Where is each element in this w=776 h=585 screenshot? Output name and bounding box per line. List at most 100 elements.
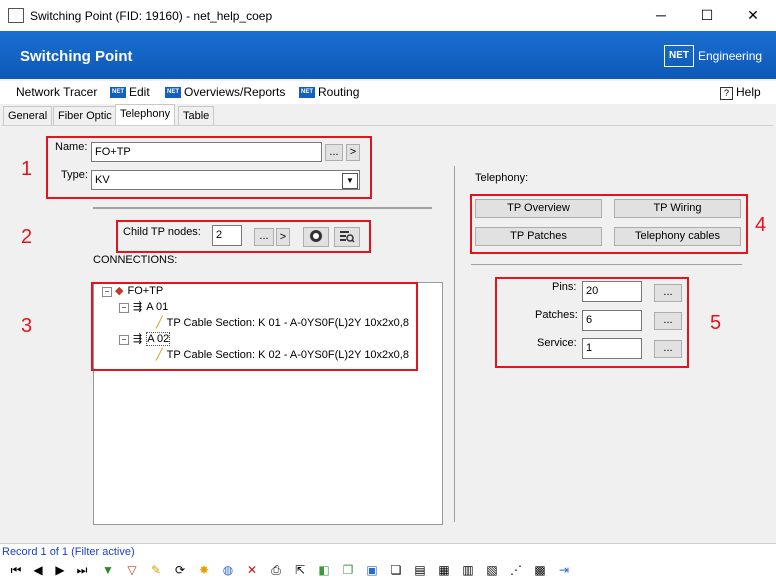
name-input[interactable]: FO+TP	[91, 142, 322, 162]
frame-icon[interactable]: ▣	[364, 562, 380, 578]
child-browse-button[interactable]: ...	[254, 228, 274, 246]
tree-leaf[interactable]: ╱ TP Cable Section: K 01 - A-0YS0F(L)2Y 1…	[156, 316, 409, 329]
service-label: Service:	[537, 337, 577, 349]
close-button[interactable]: ✕	[730, 0, 776, 31]
header-title: Switching Point	[20, 48, 133, 65]
help-icon: ?	[720, 87, 733, 100]
add-filter-icon[interactable]: ▼	[100, 562, 116, 578]
print-icon[interactable]: ⎙	[268, 562, 284, 578]
tp-wiring-button[interactable]: TP Wiring	[614, 199, 741, 218]
report-icon[interactable]: ▦	[436, 562, 452, 578]
tab-general[interactable]: General	[3, 106, 53, 125]
net-icon: NET	[165, 87, 181, 99]
prev-record-icon[interactable]: ◀	[30, 562, 46, 578]
copy-icon[interactable]: ❐	[340, 562, 356, 578]
tree-root-label: FO+TP	[127, 285, 164, 297]
search-list-icon[interactable]	[334, 227, 360, 247]
menu-edit-label: Edit	[129, 85, 150, 99]
table-icon[interactable]: ▩	[532, 562, 548, 578]
menu-network-tracer[interactable]: Network Tracer	[16, 85, 97, 99]
document-icon[interactable]: ▤	[412, 562, 428, 578]
name-browse-button[interactable]: ...	[325, 144, 343, 161]
patches-browse-button[interactable]: ...	[654, 312, 682, 330]
record-status: Record 1 of 1 (Filter active)	[2, 546, 135, 558]
divider	[471, 264, 742, 265]
image-icon[interactable]: ▧	[484, 562, 500, 578]
network-icon[interactable]: ⋰	[508, 562, 524, 578]
patches-label: Patches:	[535, 309, 578, 321]
name-label: Name:	[55, 141, 88, 153]
tree-leaf-label: TP Cable Section: K 01 - A-0YS0F(L)2Y 10…	[166, 317, 409, 329]
type-select[interactable]: KV	[91, 170, 360, 190]
next-record-icon[interactable]: ▶	[52, 562, 68, 578]
patches-input[interactable]: 6	[582, 310, 642, 331]
vertical-divider	[454, 166, 455, 522]
switching-point-icon: ◆	[115, 285, 124, 297]
tp-patches-button[interactable]: TP Patches	[475, 227, 602, 246]
tree-node[interactable]: − ⇶ A 01	[119, 300, 168, 313]
tree-root[interactable]: − ◆ FO+TP	[102, 284, 163, 297]
globe-icon[interactable]: ◍	[220, 562, 236, 578]
menu-help[interactable]: ? Help	[720, 85, 761, 100]
menu-help-label: Help	[736, 85, 761, 99]
service-input[interactable]: 1	[582, 338, 642, 359]
menu-routing-label: Routing	[318, 85, 360, 99]
tree-leaf[interactable]: ╱ TP Cable Section: K 02 - A-0YS0F(L)2Y 1…	[156, 348, 409, 361]
collapse-icon[interactable]: −	[119, 335, 129, 345]
locate-icon[interactable]	[303, 227, 329, 247]
menu-edit[interactable]: NET Edit	[110, 85, 150, 99]
collapse-icon[interactable]: −	[119, 303, 129, 313]
refresh-icon[interactable]: ⟳	[172, 562, 188, 578]
type-label: Type:	[61, 169, 88, 181]
type-value: KV	[95, 174, 110, 186]
annotation-1: 1	[21, 158, 33, 180]
menu-routing[interactable]: NET Routing	[299, 85, 359, 99]
first-record-icon[interactable]: ⏮	[8, 562, 24, 578]
tab-strip: General Fiber Optic Telephony Table	[0, 104, 776, 126]
pins-browse-button[interactable]: ...	[654, 284, 682, 302]
chart-icon[interactable]: ▥	[460, 562, 476, 578]
header-banner: Switching Point NET Engineering	[0, 31, 776, 79]
telephony-label: Telephony:	[475, 172, 529, 184]
tp-node-icon: ⇶	[133, 333, 143, 345]
menu-overviews-reports[interactable]: NET Overviews/Reports	[165, 85, 285, 99]
title-bar: Switching Point (FID: 19160) - net_help_…	[0, 0, 776, 31]
window-title: Switching Point (FID: 19160) - net_help_…	[30, 9, 273, 23]
select-icon[interactable]: ⇱	[292, 562, 308, 578]
tab-table[interactable]: Table	[178, 106, 215, 125]
new-icon[interactable]: ✸	[196, 562, 212, 578]
annotation-2: 2	[21, 226, 33, 248]
tree-node[interactable]: − ⇶ A 02	[119, 332, 171, 346]
tp-node-icon: ⇶	[133, 301, 143, 313]
name-go-button[interactable]: >	[346, 144, 360, 161]
pencil-icon[interactable]: ✎	[148, 562, 164, 578]
tp-overview-button[interactable]: TP Overview	[475, 199, 602, 218]
pins-input[interactable]: 20	[582, 281, 642, 302]
menu-overviews-label: Overviews/Reports	[184, 85, 286, 99]
cable-icon: ╱	[156, 349, 163, 361]
remove-filter-icon[interactable]: ▽	[124, 562, 140, 578]
child-go-button[interactable]: >	[276, 228, 290, 246]
annotation-5: 5	[710, 312, 722, 334]
menu-bar: Network Tracer NET Edit NET Overviews/Repo…	[0, 81, 776, 104]
window-icon[interactable]: ❏	[388, 562, 404, 578]
tree-node-label: A 01	[146, 301, 169, 313]
telephony-cables-button[interactable]: Telephony cables	[614, 227, 741, 246]
annotation-3: 3	[21, 315, 33, 337]
cube-icon[interactable]: ◧	[316, 562, 332, 578]
maximize-button[interactable]: ☐	[684, 0, 730, 31]
annotation-4: 4	[755, 214, 767, 236]
chevron-down-icon[interactable]: ▼	[342, 173, 358, 189]
tab-fiber-optic[interactable]: Fiber Optic	[53, 106, 117, 125]
minimize-button[interactable]: ─	[638, 0, 684, 31]
last-record-icon[interactable]: ⏭	[74, 562, 90, 578]
service-browse-button[interactable]: ...	[654, 340, 682, 358]
connections-label: CONNECTIONS:	[93, 254, 178, 266]
exit-icon[interactable]: ⇥	[556, 562, 572, 578]
tab-telephony[interactable]: Telephony	[115, 104, 176, 126]
delete-icon[interactable]: ✕	[244, 562, 260, 578]
tree-node-label: A 02	[146, 332, 171, 346]
collapse-icon[interactable]: −	[102, 287, 112, 297]
child-tp-input[interactable]: 2	[212, 225, 242, 246]
net-logo: NET	[664, 45, 694, 67]
